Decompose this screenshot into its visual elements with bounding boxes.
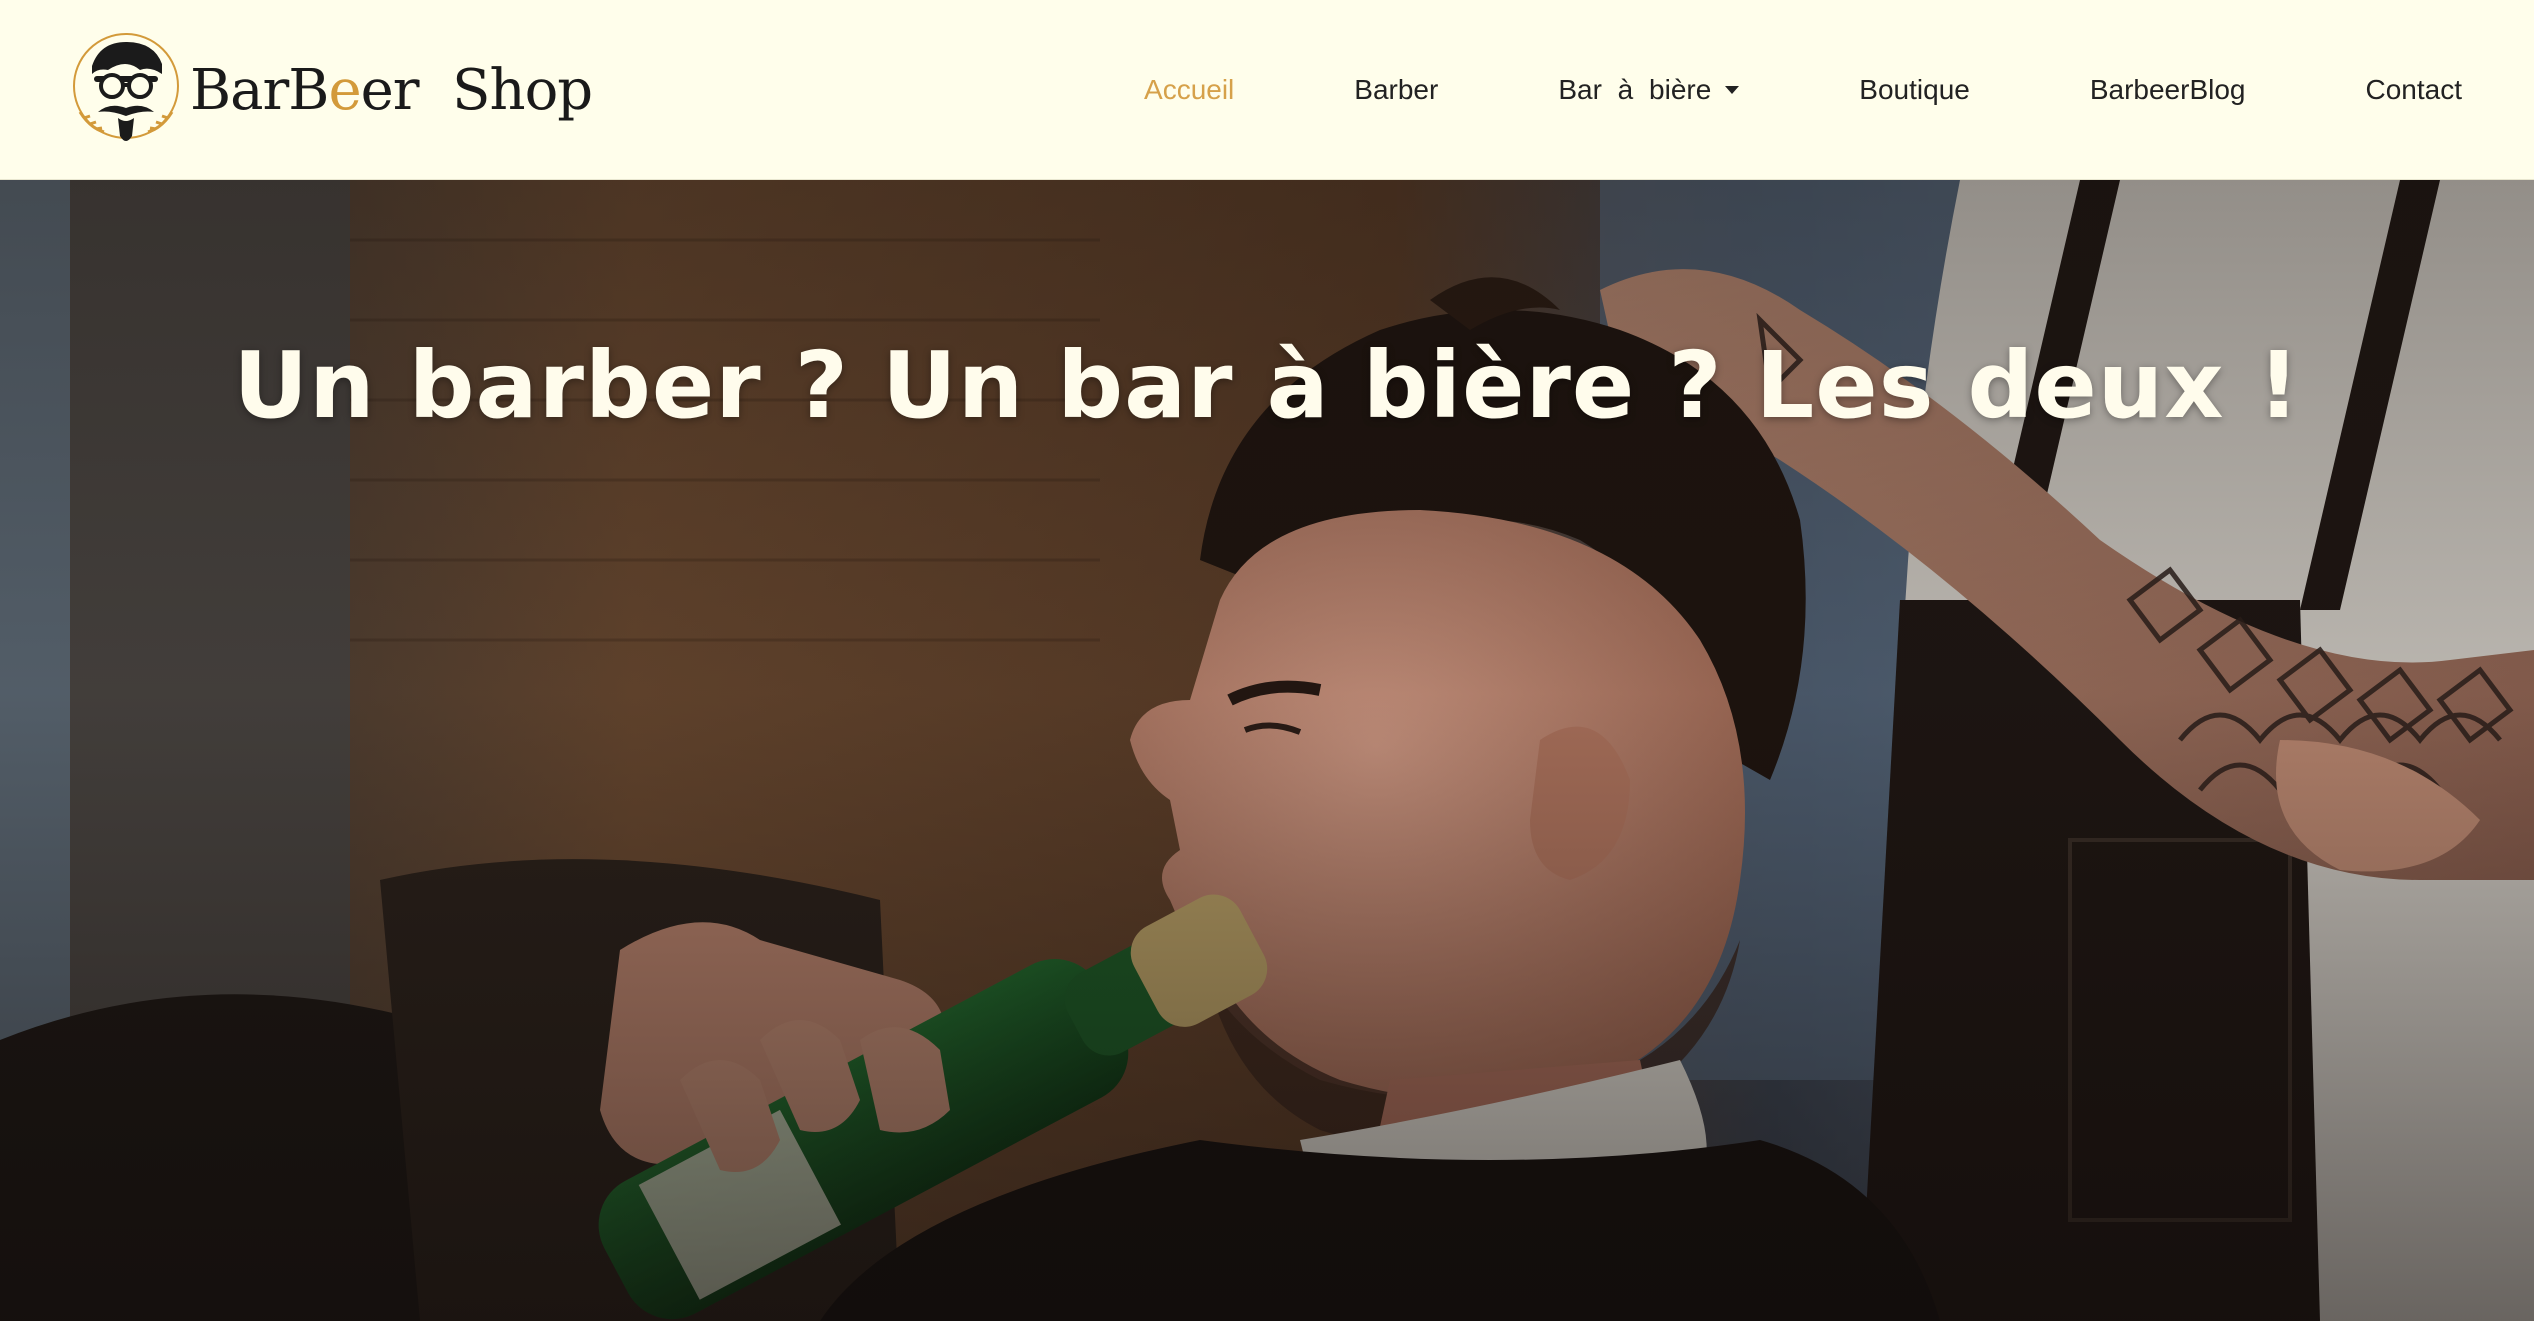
brand-name: BarBeer Shop	[190, 57, 593, 123]
nav-item-barber[interactable]: Barber	[1354, 74, 1438, 106]
nav-item-contact[interactable]: Contact	[2366, 74, 2463, 106]
brand-logo[interactable]: BarBeer Shop	[70, 28, 593, 152]
hero-section: Un barber ? Un bar à bière ? Les deux !	[0, 180, 2534, 1321]
hero-title: Un barber ? Un bar à bière ? Les deux !	[233, 332, 2301, 439]
bearded-man-glasses-mustache-icon	[73, 33, 179, 141]
nav-item-bar-a-biere[interactable]: Bar à bière	[1558, 74, 1740, 106]
nav-item-bar-a-biere-label: Bar à bière	[1558, 74, 1712, 105]
site-header: BarBeer Shop Accueil Barber Bar à bière …	[0, 0, 2534, 180]
caret-down-icon	[1725, 86, 1740, 94]
nav-item-barbeerblog[interactable]: BarbeerBlog	[2090, 74, 2246, 106]
nav-item-boutique[interactable]: Boutique	[1859, 74, 1970, 106]
nav-item-accueil[interactable]: Accueil	[1144, 74, 1234, 106]
brand-name-part3: Shop	[452, 57, 593, 123]
brand-name-part1: BarB	[190, 57, 329, 123]
main-nav: Accueil Barber Bar à bière Boutique Barb…	[1024, 0, 2462, 180]
brand-name-part2: er	[360, 57, 420, 123]
brand-name-accent: e	[328, 57, 361, 123]
